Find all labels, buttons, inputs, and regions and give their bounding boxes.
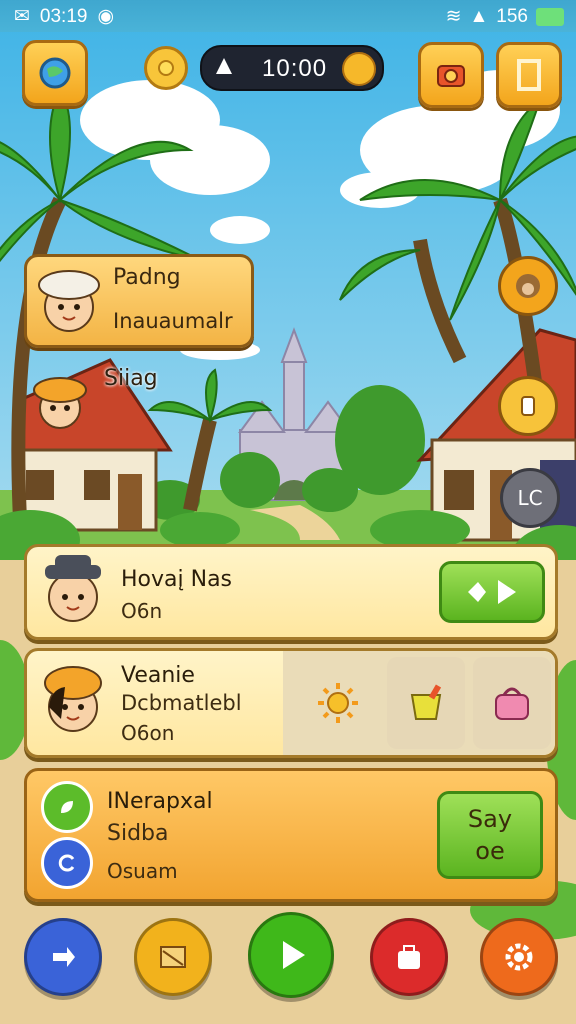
card1-play-button[interactable] [439,561,545,623]
nav-arrow-button[interactable] [24,918,102,996]
sun-icon [318,683,358,723]
card3-say-button[interactable]: Say oe [437,791,543,879]
card1-subtitle: O6n [121,599,163,623]
lc-badge-label: LC [517,486,543,510]
refresh-icon [58,854,75,872]
villager-label: Siiag [104,366,158,391]
card3-title: INerapxal [107,789,213,814]
camera-button[interactable] [418,42,484,108]
play-icon [468,580,516,604]
arrow-icon [53,947,75,967]
card2-title: Veanie [121,663,195,688]
map-icon [160,946,186,968]
door-button[interactable] [496,42,562,108]
item-bag[interactable] [473,657,551,749]
monkey-character-button[interactable] [498,256,558,316]
npc-avatar [31,259,107,339]
card2-avatar [35,659,111,745]
map-icon [39,57,71,89]
card1-title: Hovaį Nas [121,567,233,592]
monkey-icon [516,274,540,298]
card3-refresh-button[interactable] [41,837,93,889]
clock-icon [342,52,376,86]
cup-button[interactable] [498,376,558,436]
card1-avatar [35,551,111,631]
person-icon [216,58,232,74]
settings-icon [505,943,533,971]
card2-subtitle: Dcbmatlebl [121,691,242,715]
nav-bag-button[interactable] [370,918,448,996]
bubble-line1: Padng [113,265,181,290]
bubble-line2: Inauaumalr [113,309,233,333]
villager-avatar[interactable] [28,370,92,434]
timer-value: 10:00 [262,55,328,82]
card3-leaf-button[interactable] [41,781,93,833]
nav-settings-button[interactable] [480,918,558,996]
nav-play-button[interactable] [248,912,334,998]
quest-card-1[interactable]: Hovaį Nas O6n [24,544,558,640]
map-button[interactable] [22,40,88,106]
quest-card-2[interactable]: Veanie Dcbmatlebl O6on [24,648,558,758]
signal-icon: ▲ [469,5,489,27]
timer-pill: 10:00 [200,45,384,91]
bucket-icon [410,684,442,720]
say-label: Say [467,805,513,833]
card3-subtitle: Sidba [107,821,169,846]
item-bucket[interactable] [387,657,465,749]
cup-icon [521,396,535,416]
battery-level: 156 [496,5,528,27]
lc-badge-button[interactable]: LC [500,468,560,528]
door-icon [517,59,541,91]
location-icon: ◉ [97,6,115,27]
status-time: 03:19 [39,5,88,27]
mail-icon: ✉ [14,6,30,27]
battery-icon [536,7,564,26]
bag-icon [398,945,420,969]
sun-coin-icon[interactable] [144,46,188,90]
card3-extra: Osuam [107,859,178,883]
play-icon [283,941,305,969]
say-label-2: oe [475,837,505,865]
nav-map-button[interactable] [134,918,212,996]
wifi-icon: ≋ [445,6,462,27]
card2-extra: O6on [121,721,175,745]
quest-card-3[interactable]: INerapxal Sidba Osuam Say oe [24,768,558,902]
camera-icon [437,65,465,87]
bag-icon [495,687,529,720]
status-bar: ✉ 03:19 ◉ ≋ ▲ 156 [0,0,576,32]
leaf-icon [61,801,73,813]
item-sun[interactable] [299,657,377,749]
npc-speech-bubble: Padng Inauaumalr [24,254,254,348]
